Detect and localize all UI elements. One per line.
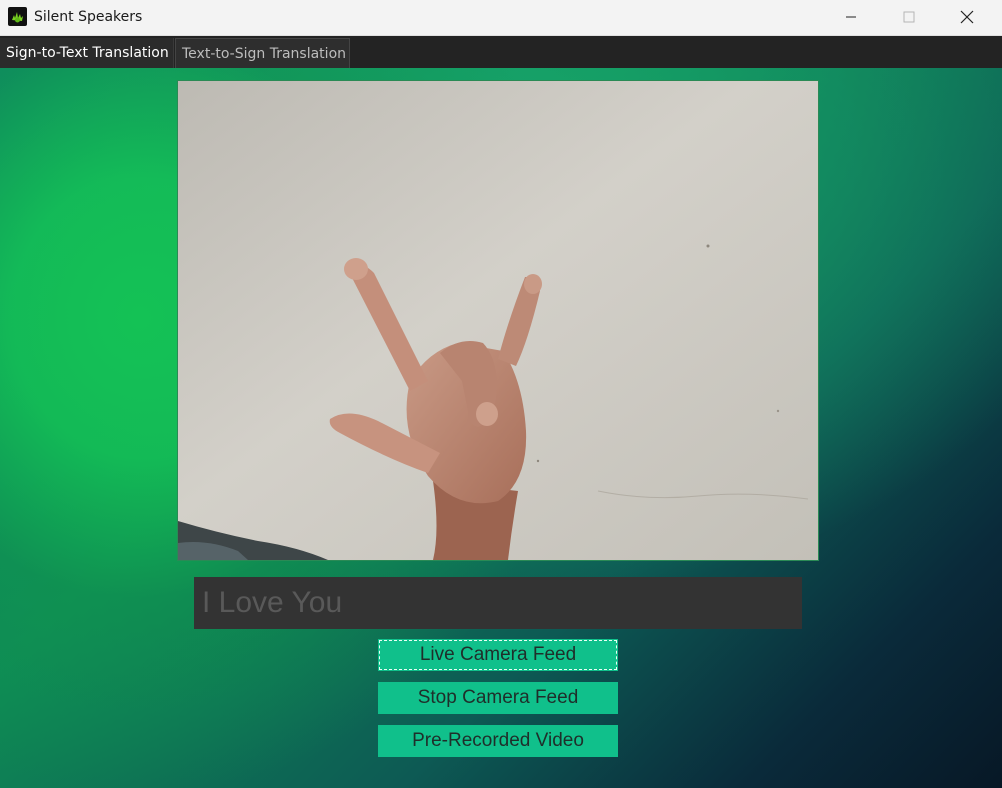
pre-recorded-video-button[interactable]: Pre-Recorded Video (378, 725, 618, 757)
minimize-icon (846, 16, 856, 17)
close-icon (960, 10, 974, 23)
console-output-clipped (0, 781, 520, 788)
stop-camera-feed-button[interactable]: Stop Camera Feed (378, 682, 618, 714)
title-bar[interactable]: Silent Speakers (0, 0, 1002, 36)
window-title: Silent Speakers (34, 9, 143, 25)
maximize-icon (903, 11, 915, 22)
tab-sign-to-text[interactable]: Sign-to-Text Translation (0, 38, 174, 68)
tab-text-to-sign[interactable]: Text-to-Sign Translation (175, 38, 350, 68)
prediction-output-field: I Love You (194, 577, 802, 629)
tab-strip: Sign-to-Text Translation Text-to-Sign Tr… (0, 36, 1002, 68)
app-window: Silent Speakers Sign-to-Text Translation… (0, 0, 1002, 788)
app-logo-icon (8, 7, 27, 26)
live-camera-feed-button[interactable]: Live Camera Feed (378, 639, 618, 671)
main-content: I Love You Live Camera Feed Stop Camera … (0, 68, 1002, 788)
maximize-button[interactable] (880, 0, 938, 33)
close-button[interactable] (938, 0, 996, 33)
camera-preview (177, 80, 819, 561)
camera-preview-image (178, 81, 818, 560)
minimize-button[interactable] (822, 0, 880, 33)
